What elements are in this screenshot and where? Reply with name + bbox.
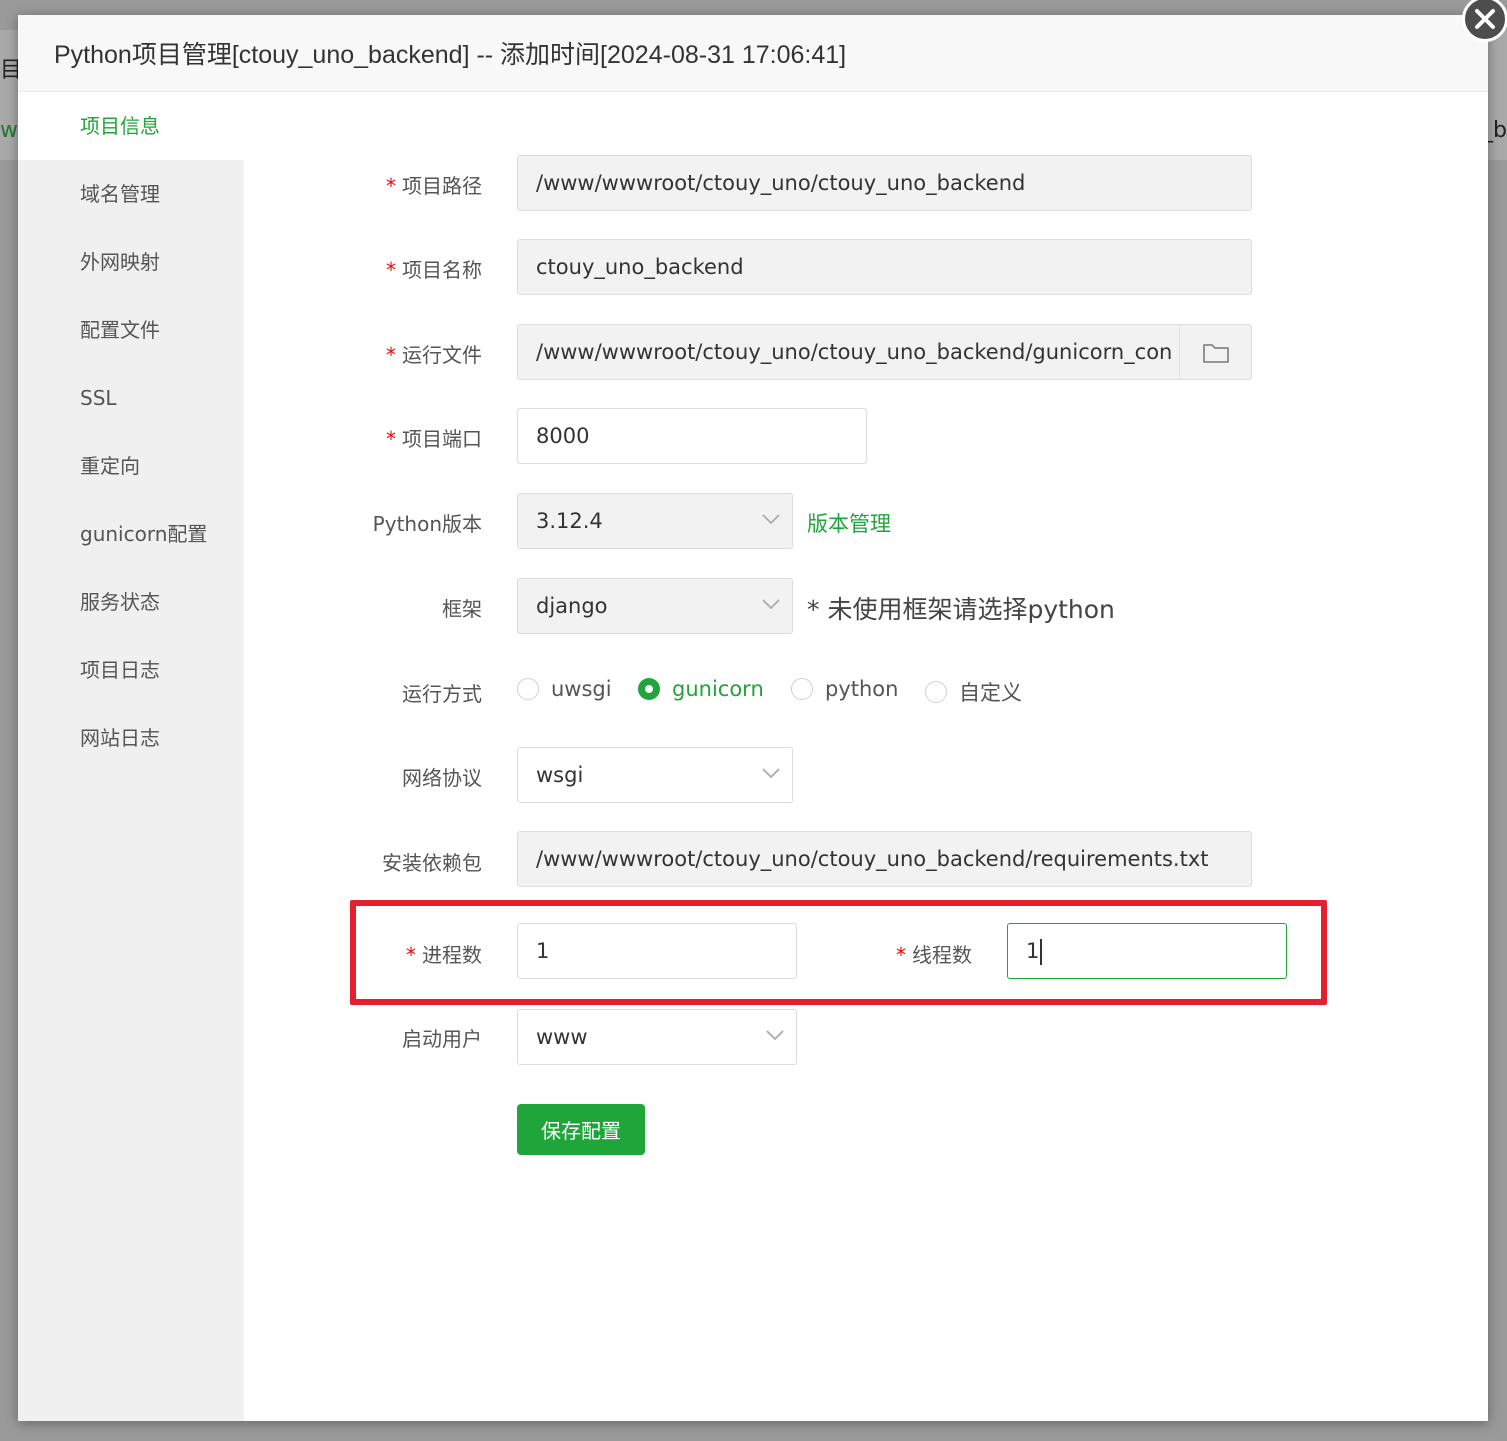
requirements-label: 安装依赖包 [382, 851, 482, 875]
threads-field[interactable]: 1 [1007, 923, 1287, 979]
required-mark: * [386, 343, 396, 367]
run-file-label: * 运行文件 [386, 343, 482, 367]
processes-field[interactable]: 1 [517, 923, 797, 979]
required-mark: * [896, 943, 906, 967]
close-icon [1475, 9, 1495, 29]
required-mark: * [406, 943, 416, 967]
text-caret [1040, 939, 1043, 965]
close-button[interactable] [1462, 0, 1507, 42]
chevron-down-icon [762, 514, 780, 525]
sidebar-item-external-mapping[interactable]: 外网映射 [18, 228, 244, 296]
version-management-link[interactable]: 版本管理 [807, 508, 891, 538]
start-user-select[interactable]: www [517, 1009, 797, 1065]
network-protocol-label: 网络协议 [402, 766, 482, 790]
python-version-select[interactable]: 3.12.4 [517, 493, 793, 549]
sidebar-item-project-info[interactable]: 项目信息 [18, 92, 244, 160]
sidebar-item-config-file[interactable]: 配置文件 [18, 296, 244, 364]
radio-circle [791, 678, 813, 700]
required-mark: * [386, 174, 396, 198]
sidebar: 项目信息 域名管理 外网映射 配置文件 SSL 重定向 gunicorn配置 服… [18, 92, 244, 1421]
folder-icon [1203, 344, 1229, 363]
project-port-field[interactable]: 8000 [517, 408, 867, 464]
sidebar-item-domain[interactable]: 域名管理 [18, 160, 244, 228]
modal-header: Python项目管理[ctouy_uno_backend] -- 添加时间[20… [18, 15, 1488, 92]
required-mark: * [386, 427, 396, 451]
chevron-down-icon [762, 599, 780, 610]
project-name-label: * 项目名称 [386, 258, 482, 282]
python-version-value: 3.12.4 [536, 509, 603, 533]
radio-circle [517, 678, 539, 700]
sidebar-item-gunicorn-config[interactable]: gunicorn配置 [18, 500, 244, 568]
threads-value: 1 [1026, 939, 1040, 963]
sidebar-item-redirect[interactable]: 重定向 [18, 432, 244, 500]
start-user-label: 启动用户 [402, 1027, 482, 1051]
python-version-label: Python版本 [372, 512, 482, 536]
framework-value: django [536, 594, 608, 618]
run-mode-radio-gunicorn[interactable]: gunicorn [638, 677, 764, 701]
radio-label: gunicorn [672, 677, 764, 701]
processes-label: * 进程数 [406, 943, 482, 967]
chevron-down-icon [762, 768, 780, 779]
framework-hint: * 未使用框架请选择python [807, 595, 1115, 624]
run-mode-label: 运行方式 [402, 682, 482, 706]
start-user-value: www [536, 1025, 588, 1049]
threads-label: * 线程数 [896, 943, 972, 967]
sidebar-item-project-log[interactable]: 项目日志 [18, 636, 244, 704]
project-path-label: * 项目路径 [386, 174, 482, 198]
radio-circle [925, 681, 947, 703]
network-protocol-select[interactable]: wsgi [517, 747, 793, 803]
radio-label: uwsgi [551, 677, 612, 701]
framework-label: 框架 [442, 597, 482, 621]
project-path-field[interactable]: /www/wwwroot/ctouy_uno/ctouy_uno_backend [517, 155, 1252, 211]
project-port-label: * 项目端口 [386, 427, 482, 451]
required-mark: * [386, 258, 396, 282]
requirements-field[interactable]: /www/wwwroot/ctouy_uno/ctouy_uno_backend… [517, 831, 1252, 887]
radio-circle-checked [638, 678, 660, 700]
run-file-field[interactable]: /www/wwwroot/ctouy_uno/ctouy_uno_backend… [517, 324, 1180, 380]
radio-label: python [825, 677, 899, 701]
run-mode-radio-python[interactable]: python [791, 677, 898, 701]
chevron-down-icon [766, 1030, 784, 1041]
browse-folder-button[interactable] [1179, 324, 1252, 380]
save-config-button[interactable]: 保存配置 [517, 1104, 645, 1155]
sidebar-item-site-log[interactable]: 网站日志 [18, 704, 244, 772]
framework-select[interactable]: django [517, 578, 793, 634]
network-protocol-value: wsgi [536, 763, 584, 787]
sidebar-item-ssl[interactable]: SSL [18, 364, 244, 432]
run-mode-radio-custom[interactable]: 自定义 [925, 677, 1022, 707]
project-settings-modal: Python项目管理[ctouy_uno_backend] -- 添加时间[20… [18, 0, 1507, 1421]
radio-label: 自定义 [959, 681, 1022, 705]
run-mode-radio-uwsgi[interactable]: uwsgi [517, 677, 612, 701]
modal-title: Python项目管理[ctouy_uno_backend] -- 添加时间[20… [54, 41, 847, 69]
sidebar-item-service-status[interactable]: 服务状态 [18, 568, 244, 636]
project-name-field[interactable]: ctouy_uno_backend [517, 239, 1252, 295]
background-text: w [0, 118, 18, 143]
